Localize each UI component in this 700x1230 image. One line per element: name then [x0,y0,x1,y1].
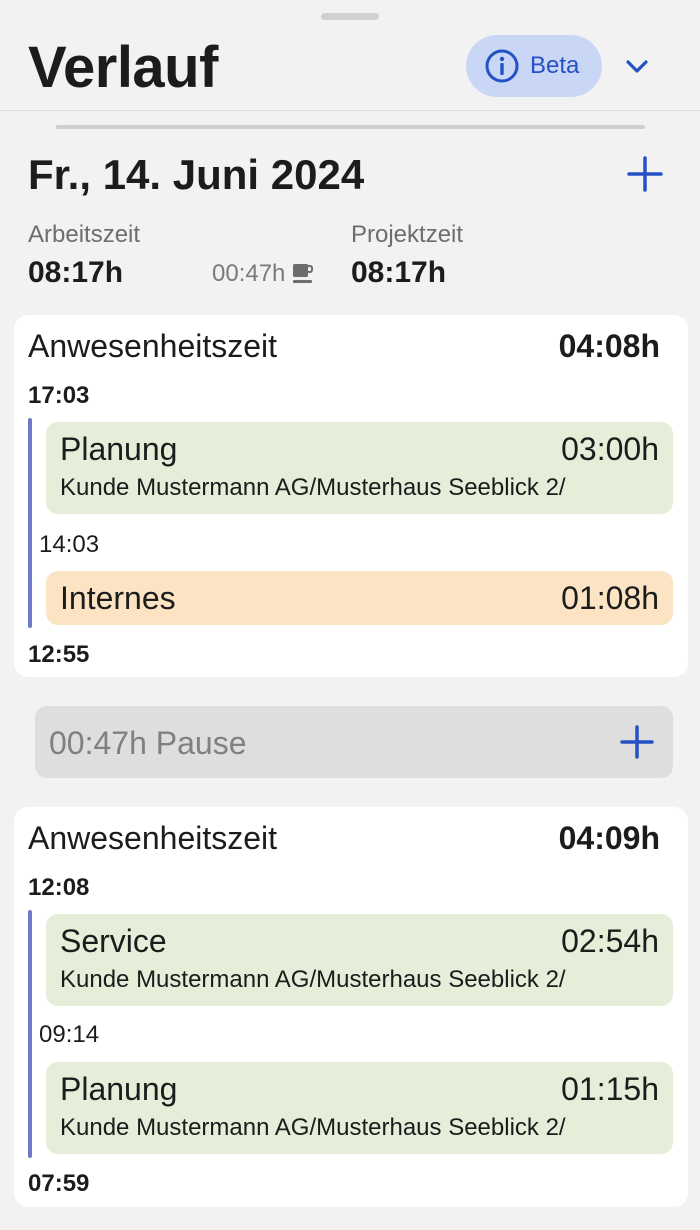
boundary-time: 09:14 [39,1021,100,1048]
entry-name: Internes [60,580,176,616]
beta-label: Beta [530,52,580,79]
end-time: 07:59 [28,1170,90,1197]
entry-duration: 01:15h [561,1071,659,1107]
entry-name: Service [60,923,167,959]
card-total: 04:08h [558,328,660,364]
entry-project: Kunde Mustermann AG/Musterhaus Seeblick … [60,966,566,993]
arbeitszeit-label: Arbeitszeit [28,221,141,248]
time-entry[interactable]: Internes 01:08h [46,571,673,625]
beta-button[interactable]: Beta [466,35,602,97]
chevron-down-icon[interactable] [622,52,652,82]
page-title: Verlauf [28,35,218,100]
date-heading: Fr., 14. Juni 2024 [28,151,365,198]
entry-name: Planung [60,1071,178,1107]
projektzeit-value: 08:17h [351,256,447,289]
start-time: 17:03 [28,382,90,409]
card-title: Anwesenheitszeit [28,328,278,364]
arbeitszeit-value: 08:17h [28,256,124,289]
pause-summary: 00:47h [212,260,315,288]
card-total: 04:09h [558,820,660,856]
entry-duration: 01:08h [561,580,659,616]
timeline-bar [28,910,32,1158]
end-time: 12:55 [28,641,90,668]
plus-icon[interactable] [619,724,655,760]
boundary-time: 14:03 [39,531,100,558]
entry-duration: 02:54h [561,923,659,959]
pause-bar[interactable]: 00:47h Pause [35,706,673,778]
attendance-card: Anwesenheitszeit 04:08h 17:03 Planung 03… [14,315,688,677]
card-title: Anwesenheitszeit [28,820,278,856]
scroll-indicator [56,125,645,129]
coffee-icon [293,264,314,283]
time-entry[interactable]: Service 02:54h Kunde Mustermann AG/Muste… [46,914,673,1006]
info-icon [485,49,519,83]
entry-duration: 03:00h [561,431,659,467]
plus-icon[interactable] [626,155,664,193]
time-entry[interactable]: Planung 03:00h Kunde Mustermann AG/Muste… [46,422,673,514]
projektzeit-label: Projektzeit [351,221,464,248]
pause-summary-value: 00:47h [212,260,286,287]
entry-name: Planung [60,431,178,467]
pause-label: 00:47h Pause [49,725,247,761]
header: Verlauf Beta [0,0,700,111]
start-time: 12:08 [28,874,90,901]
entry-project: Kunde Mustermann AG/Musterhaus Seeblick … [60,1114,566,1141]
timeline-bar [28,418,32,628]
time-entry[interactable]: Planung 01:15h Kunde Mustermann AG/Muste… [46,1062,673,1154]
attendance-card: Anwesenheitszeit 04:09h 12:08 Service 02… [14,807,688,1207]
entry-project: Kunde Mustermann AG/Musterhaus Seeblick … [60,474,566,501]
